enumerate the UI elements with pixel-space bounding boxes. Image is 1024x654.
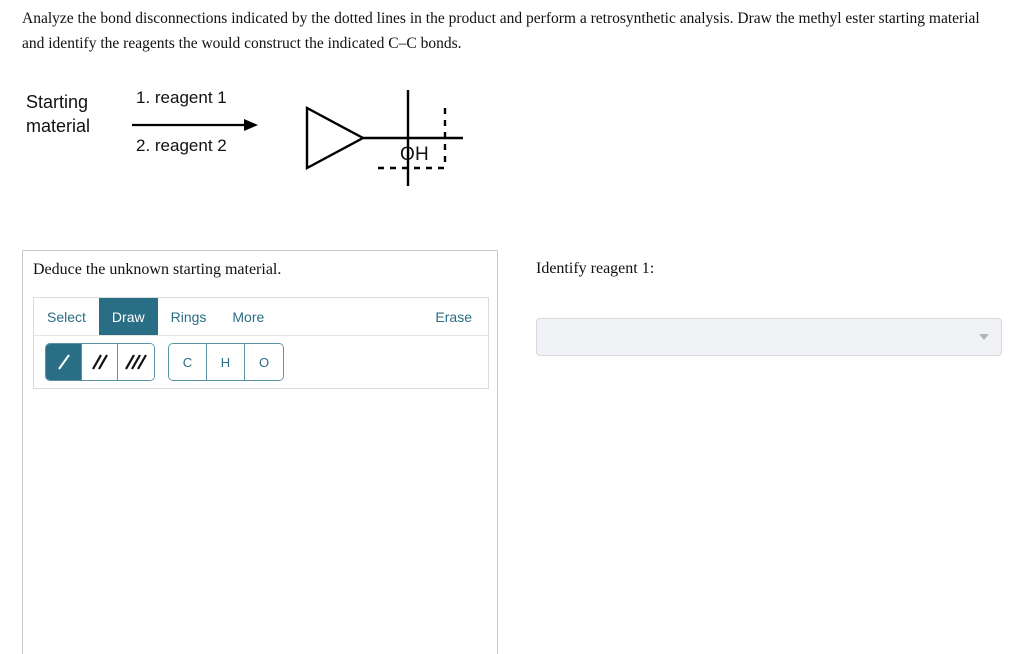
reagent-2-label: 2. reagent 2 [136, 136, 227, 155]
editor-toolbar: Select Draw Rings More Erase C H O [33, 297, 489, 389]
atom-button-hydrogen[interactable]: H [207, 344, 245, 380]
triple-bond-icon [125, 354, 147, 370]
deduce-prompt-label: Deduce the unknown starting material. [33, 261, 282, 278]
question-prompt-text: Analyze the bond disconnections indicate… [22, 10, 980, 52]
atom-button-group: C H O [168, 343, 284, 381]
atom-button-oxygen[interactable]: O [245, 344, 283, 380]
product-structure-diagram [305, 90, 463, 186]
atom-button-carbon[interactable]: C [169, 344, 207, 380]
identify-reagent-label: Identify reagent 1: [536, 260, 655, 277]
single-bond-icon [57, 354, 70, 370]
reagent-1-label: 1. reagent 1 [136, 88, 227, 107]
reagent-1-dropdown[interactable] [536, 318, 1002, 356]
tool-tab-row: Select Draw Rings More Erase [34, 298, 488, 336]
tab-draw[interactable]: Draw [98, 298, 158, 335]
reaction-scheme: Starting material 1. reagent 1 2. reagen… [0, 68, 520, 198]
erase-button[interactable]: Erase [419, 298, 488, 335]
bond-tool-row: C H O [34, 336, 488, 388]
triple-bond-button[interactable] [118, 344, 154, 380]
chevron-down-icon [979, 334, 989, 340]
cyclopropyl-ring [305, 105, 366, 171]
bond-order-button-group [45, 343, 155, 381]
structure-drawing-panel: Deduce the unknown starting material. Se… [22, 250, 498, 654]
tab-row-spacer [277, 298, 419, 335]
hydroxyl-label: OH [400, 144, 429, 165]
drawing-canvas[interactable] [33, 399, 487, 654]
double-bond-button[interactable] [82, 344, 118, 380]
double-bond-icon [91, 354, 108, 370]
right-arrow-icon [132, 119, 258, 131]
tab-select[interactable]: Select [34, 298, 99, 335]
tab-rings[interactable]: Rings [157, 298, 220, 335]
single-bond-button[interactable] [46, 344, 82, 380]
tab-more[interactable]: More [219, 298, 278, 335]
starting-material-label: Starting material [26, 92, 91, 136]
